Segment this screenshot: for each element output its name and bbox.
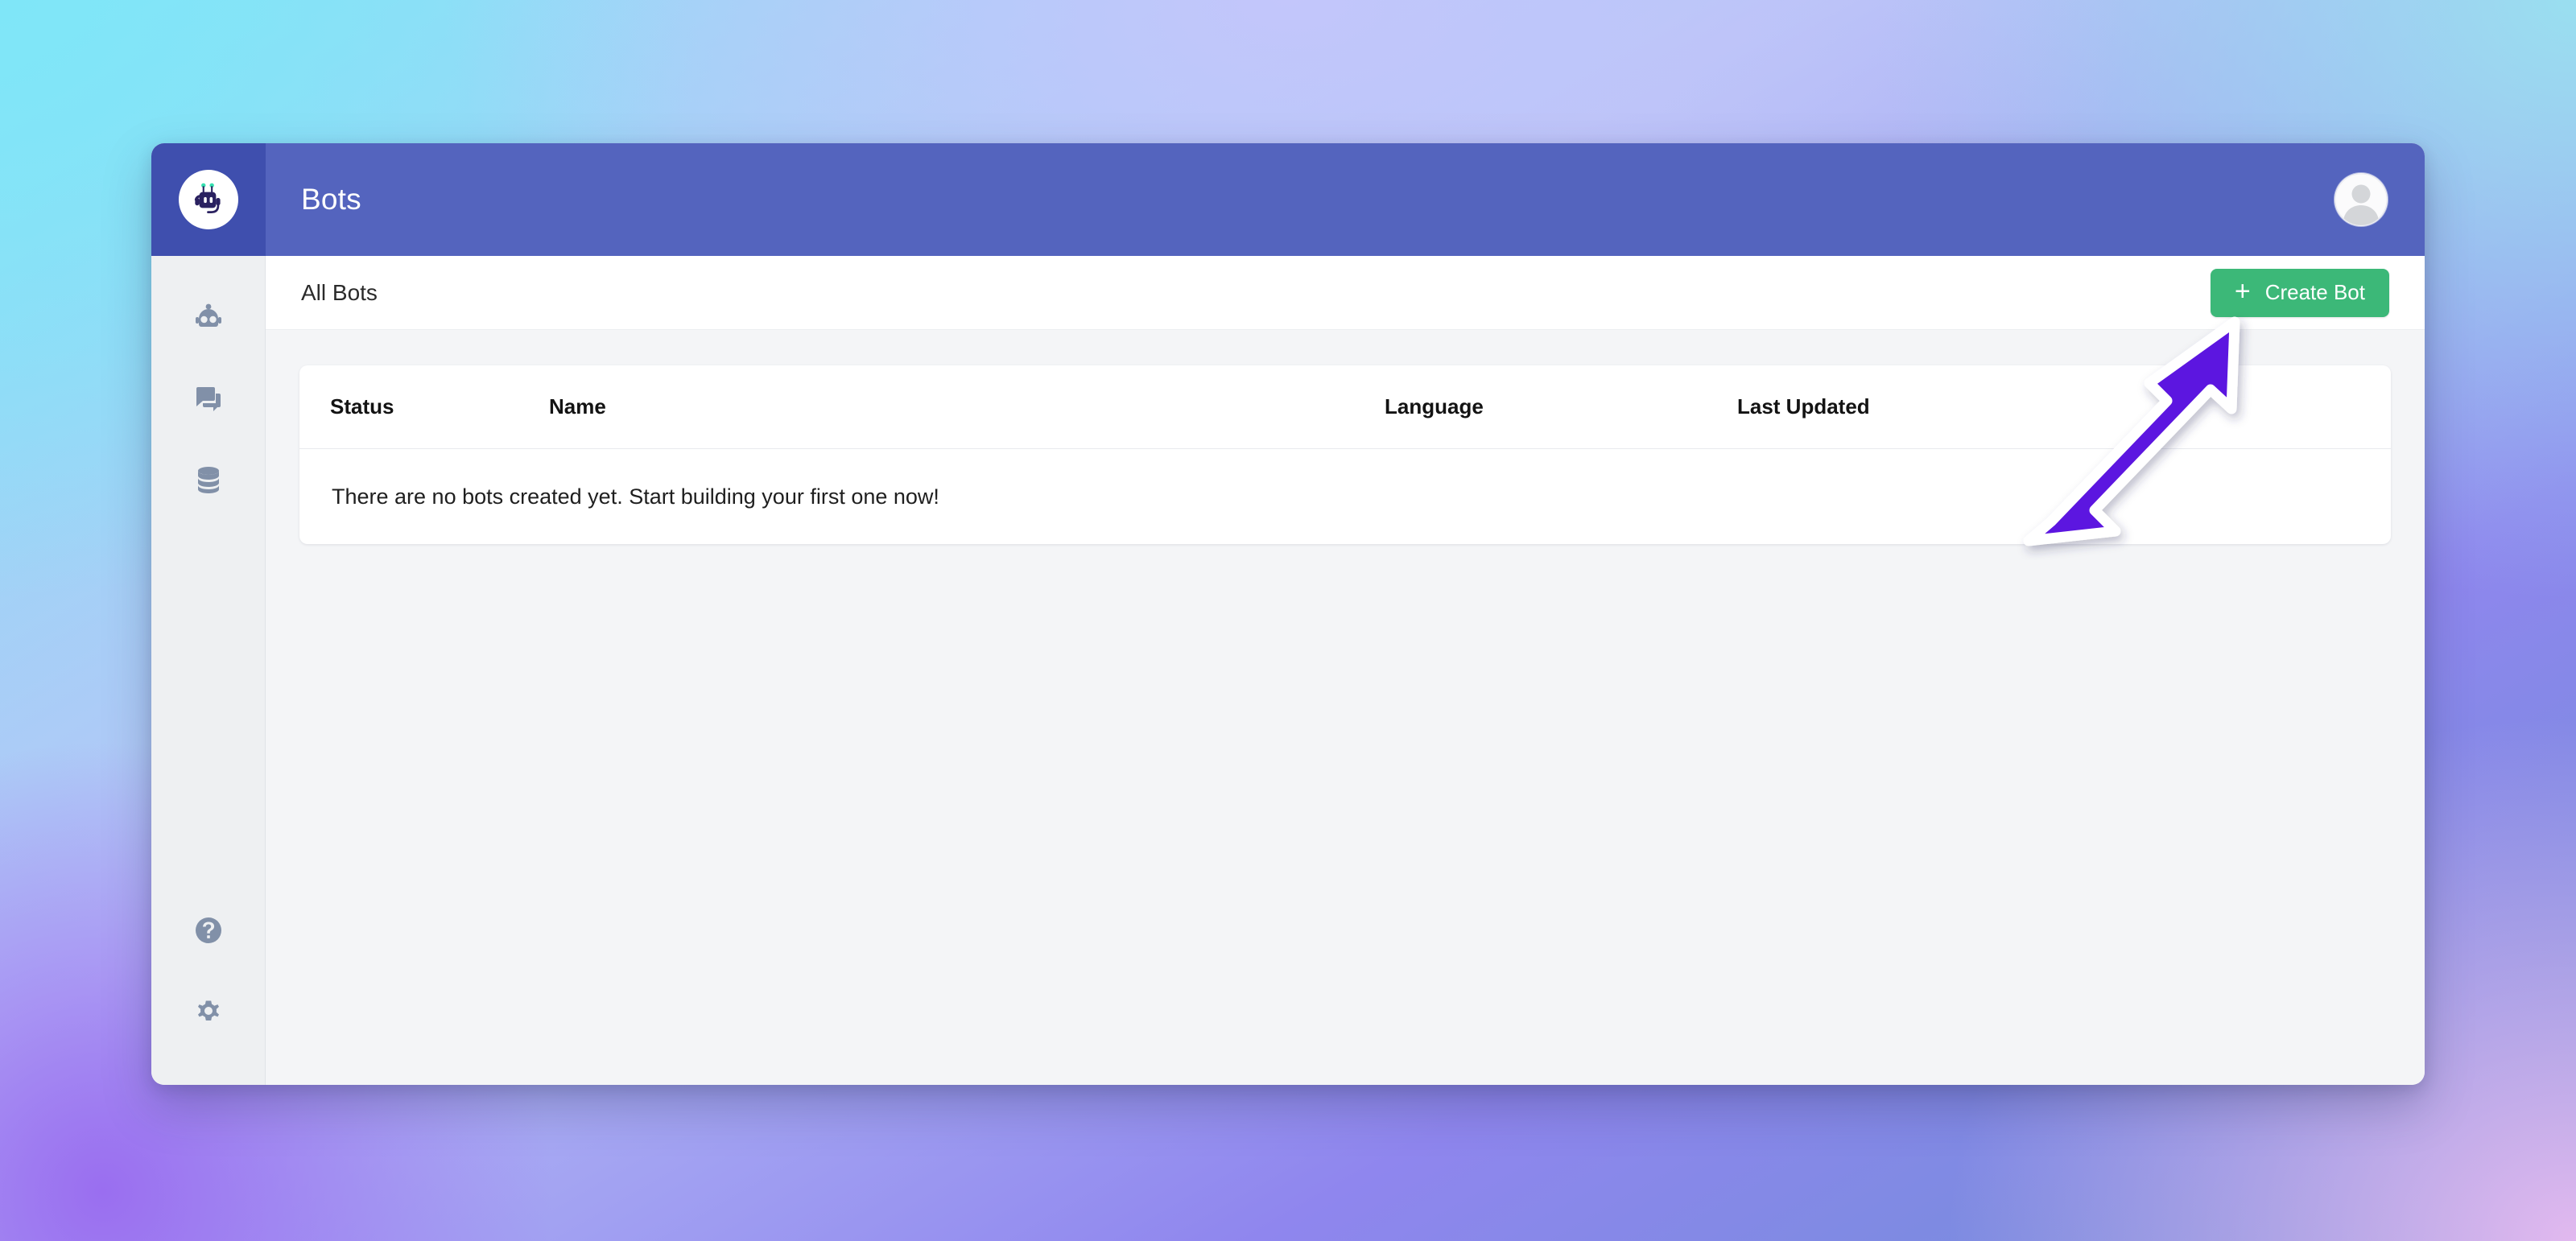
create-bot-label: Create Bot — [2264, 280, 2365, 304]
brand-logo-cell[interactable] — [151, 143, 266, 256]
sidebar-item-settings[interactable] — [151, 972, 265, 1053]
all-bots-label: All Bots — [301, 279, 378, 305]
column-header-status[interactable]: Status — [330, 394, 549, 419]
content-area: Status Name Language Last Updated There … — [266, 330, 2425, 1085]
sidebar-bottom-group — [151, 892, 265, 1053]
empty-state-row: There are no bots created yet. Start bui… — [299, 449, 2391, 544]
app-window: Bots All Bots + Create Bot Status Name L… — [151, 143, 2425, 1085]
page-title: Bots — [301, 183, 361, 216]
sidebar — [151, 256, 266, 1085]
table-header-row: Status Name Language Last Updated — [299, 365, 2391, 449]
gear-icon — [192, 994, 225, 1032]
sidebar-item-bots[interactable] — [151, 280, 265, 361]
column-header-last-updated[interactable]: Last Updated — [1737, 394, 2360, 419]
column-header-name[interactable]: Name — [549, 394, 1385, 419]
sidebar-item-help[interactable] — [151, 892, 265, 972]
database-icon — [192, 464, 225, 500]
chat-bubbles-icon — [192, 382, 225, 420]
bots-table: Status Name Language Last Updated There … — [299, 365, 2391, 544]
robot-headset-logo-icon — [179, 170, 238, 229]
column-header-language[interactable]: Language — [1385, 394, 1737, 419]
empty-state-message: There are no bots created yet. Start bui… — [332, 484, 939, 509]
sidebar-item-conversations[interactable] — [151, 361, 265, 441]
bot-icon — [191, 301, 226, 340]
plus-icon: + — [2234, 276, 2251, 307]
create-bot-button[interactable]: + Create Bot — [2210, 268, 2389, 317]
main-content: All Bots + Create Bot Status Name Langua… — [266, 256, 2425, 1085]
avatar[interactable] — [2334, 173, 2388, 226]
app-header: Bots — [266, 143, 2425, 256]
sidebar-item-data[interactable] — [151, 441, 265, 522]
help-circle-icon — [192, 913, 225, 951]
toolbar: All Bots + Create Bot — [266, 256, 2425, 330]
